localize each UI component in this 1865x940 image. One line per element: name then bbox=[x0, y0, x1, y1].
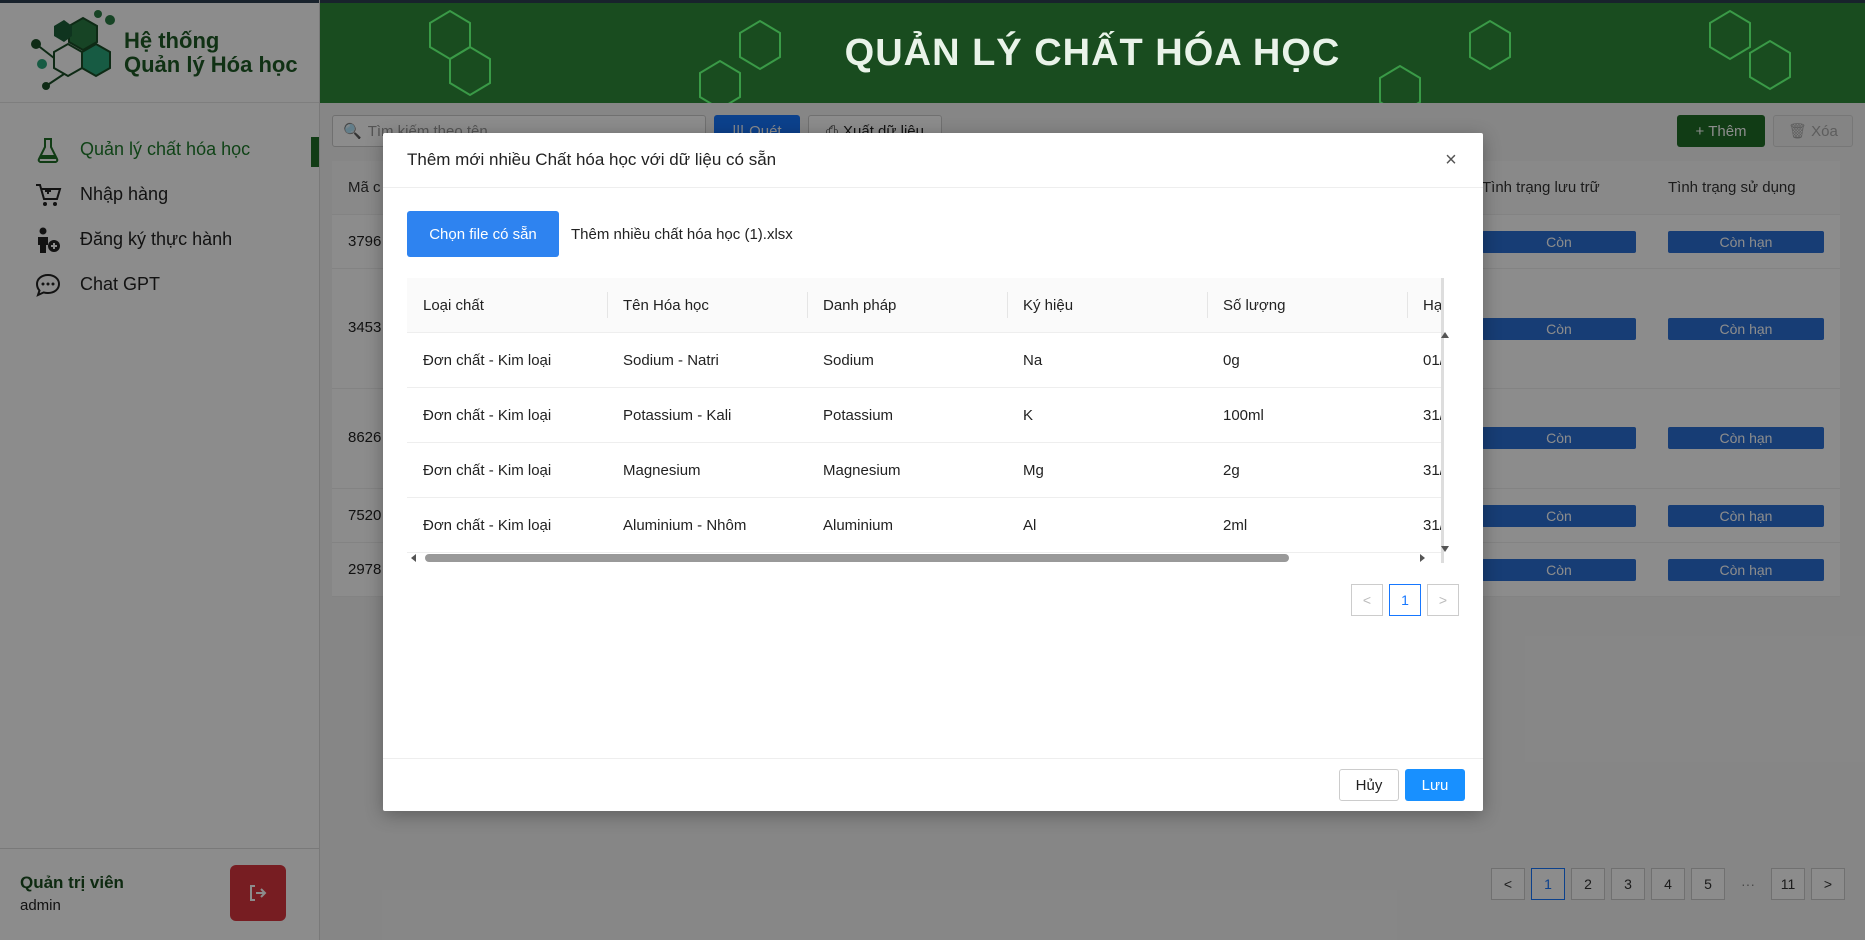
cell-symbol: Na bbox=[1023, 352, 1043, 369]
page-button[interactable]: 1 bbox=[1389, 584, 1421, 616]
modal-header: Thêm mới nhiều Chất hóa học với dữ liệu … bbox=[383, 133, 1483, 188]
cell-quantity: 0g bbox=[1223, 352, 1240, 369]
preview-table: Loại chất Tên Hóa học Danh pháp Ký hiệu … bbox=[407, 278, 1441, 563]
scrollbar-thumb[interactable] bbox=[425, 554, 1289, 562]
file-name: Thêm nhiều chất hóa học (1).xlsx bbox=[571, 225, 793, 243]
next-page-button[interactable]: > bbox=[1427, 584, 1459, 616]
modal-title: Thêm mới nhiều Chất hóa học với dữ liệu … bbox=[407, 150, 777, 169]
table-row[interactable]: Đơn chất - Kim loại Sodium - Natri Sodiu… bbox=[407, 333, 1441, 388]
cell-expiry: 31/ bbox=[1423, 462, 1441, 479]
file-row: Chọn file có sẵn Thêm nhiều chất hóa học… bbox=[407, 211, 793, 257]
cell-name: Potassium - Kali bbox=[623, 407, 732, 424]
vertical-scrollbar[interactable] bbox=[1441, 278, 1449, 563]
scroll-right-icon[interactable] bbox=[1415, 551, 1429, 565]
modal-pagination: < 1 > bbox=[1351, 584, 1459, 616]
table-row[interactable]: Đơn chất - Kim loại Potassium - Kali Pot… bbox=[407, 388, 1441, 443]
preview-table-header: Loại chất Tên Hóa học Danh pháp Ký hiệu … bbox=[407, 278, 1441, 333]
cell-nomenclature: Sodium bbox=[823, 352, 874, 369]
cell-type: Đơn chất - Kim loại bbox=[423, 462, 552, 479]
scrollbar-arrows-icon bbox=[1441, 278, 1449, 563]
cell-symbol: K bbox=[1023, 407, 1034, 424]
cell-expiry: 31/ bbox=[1423, 517, 1441, 534]
cancel-button[interactable]: Hủy bbox=[1339, 769, 1399, 801]
table-row[interactable]: Đơn chất - Kim loại Magnesium Magnesium … bbox=[407, 443, 1441, 498]
close-icon[interactable]: × bbox=[1441, 150, 1461, 170]
cell-type: Đơn chất - Kim loại bbox=[423, 352, 552, 369]
cell-quantity: 2ml bbox=[1223, 517, 1248, 534]
column-header: Tên Hóa học bbox=[623, 297, 709, 314]
cell-type: Đơn chất - Kim loại bbox=[423, 407, 552, 424]
save-button[interactable]: Lưu bbox=[1405, 769, 1465, 801]
cell-name: Aluminium - Nhôm bbox=[623, 517, 747, 534]
column-header: Số lượng bbox=[1223, 297, 1286, 314]
table-row[interactable]: Đơn chất - Kim loại Aluminium - Nhôm Alu… bbox=[407, 498, 1441, 553]
column-header: Hạ bbox=[1423, 297, 1441, 314]
horizontal-scrollbar[interactable] bbox=[407, 551, 1441, 565]
import-modal: Thêm mới nhiều Chất hóa học với dữ liệu … bbox=[383, 133, 1483, 811]
cell-name: Sodium - Natri bbox=[623, 352, 719, 369]
cell-nomenclature: Magnesium bbox=[823, 462, 901, 479]
prev-page-button[interactable]: < bbox=[1351, 584, 1383, 616]
scroll-left-icon[interactable] bbox=[407, 551, 421, 565]
choose-file-button[interactable]: Chọn file có sẵn bbox=[407, 211, 559, 257]
modal-footer: Hủy Lưu bbox=[383, 758, 1483, 811]
cell-symbol: Mg bbox=[1023, 462, 1044, 479]
cell-nomenclature: Aluminium bbox=[823, 517, 894, 534]
cell-name: Magnesium bbox=[623, 462, 701, 479]
cell-symbol: Al bbox=[1023, 517, 1037, 534]
cell-expiry: 31/ bbox=[1423, 407, 1441, 424]
cell-expiry: 01/ bbox=[1423, 352, 1441, 369]
page-title: QUẢN LÝ CHẤT HÓA HỌC bbox=[844, 31, 1341, 74]
cell-quantity: 2g bbox=[1223, 462, 1240, 479]
page-header: QUẢN LÝ CHẤT HÓA HỌC bbox=[320, 0, 1865, 103]
column-header: Danh pháp bbox=[823, 297, 897, 314]
column-header: Loại chất bbox=[423, 297, 484, 314]
cell-type: Đơn chất - Kim loại bbox=[423, 517, 552, 534]
cell-quantity: 100ml bbox=[1223, 407, 1264, 424]
column-header: Ký hiệu bbox=[1023, 297, 1074, 314]
cell-nomenclature: Potassium bbox=[823, 407, 894, 424]
